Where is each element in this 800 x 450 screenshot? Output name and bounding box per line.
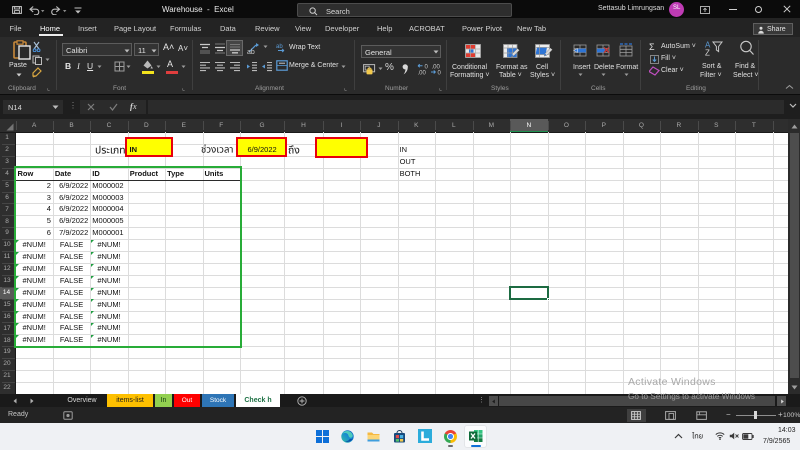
svg-text:ab: ab [247,49,255,55]
svg-text:.00: .00 [417,70,426,75]
svg-text:0: 0 [437,70,441,75]
svg-text:Z: Z [705,49,710,57]
